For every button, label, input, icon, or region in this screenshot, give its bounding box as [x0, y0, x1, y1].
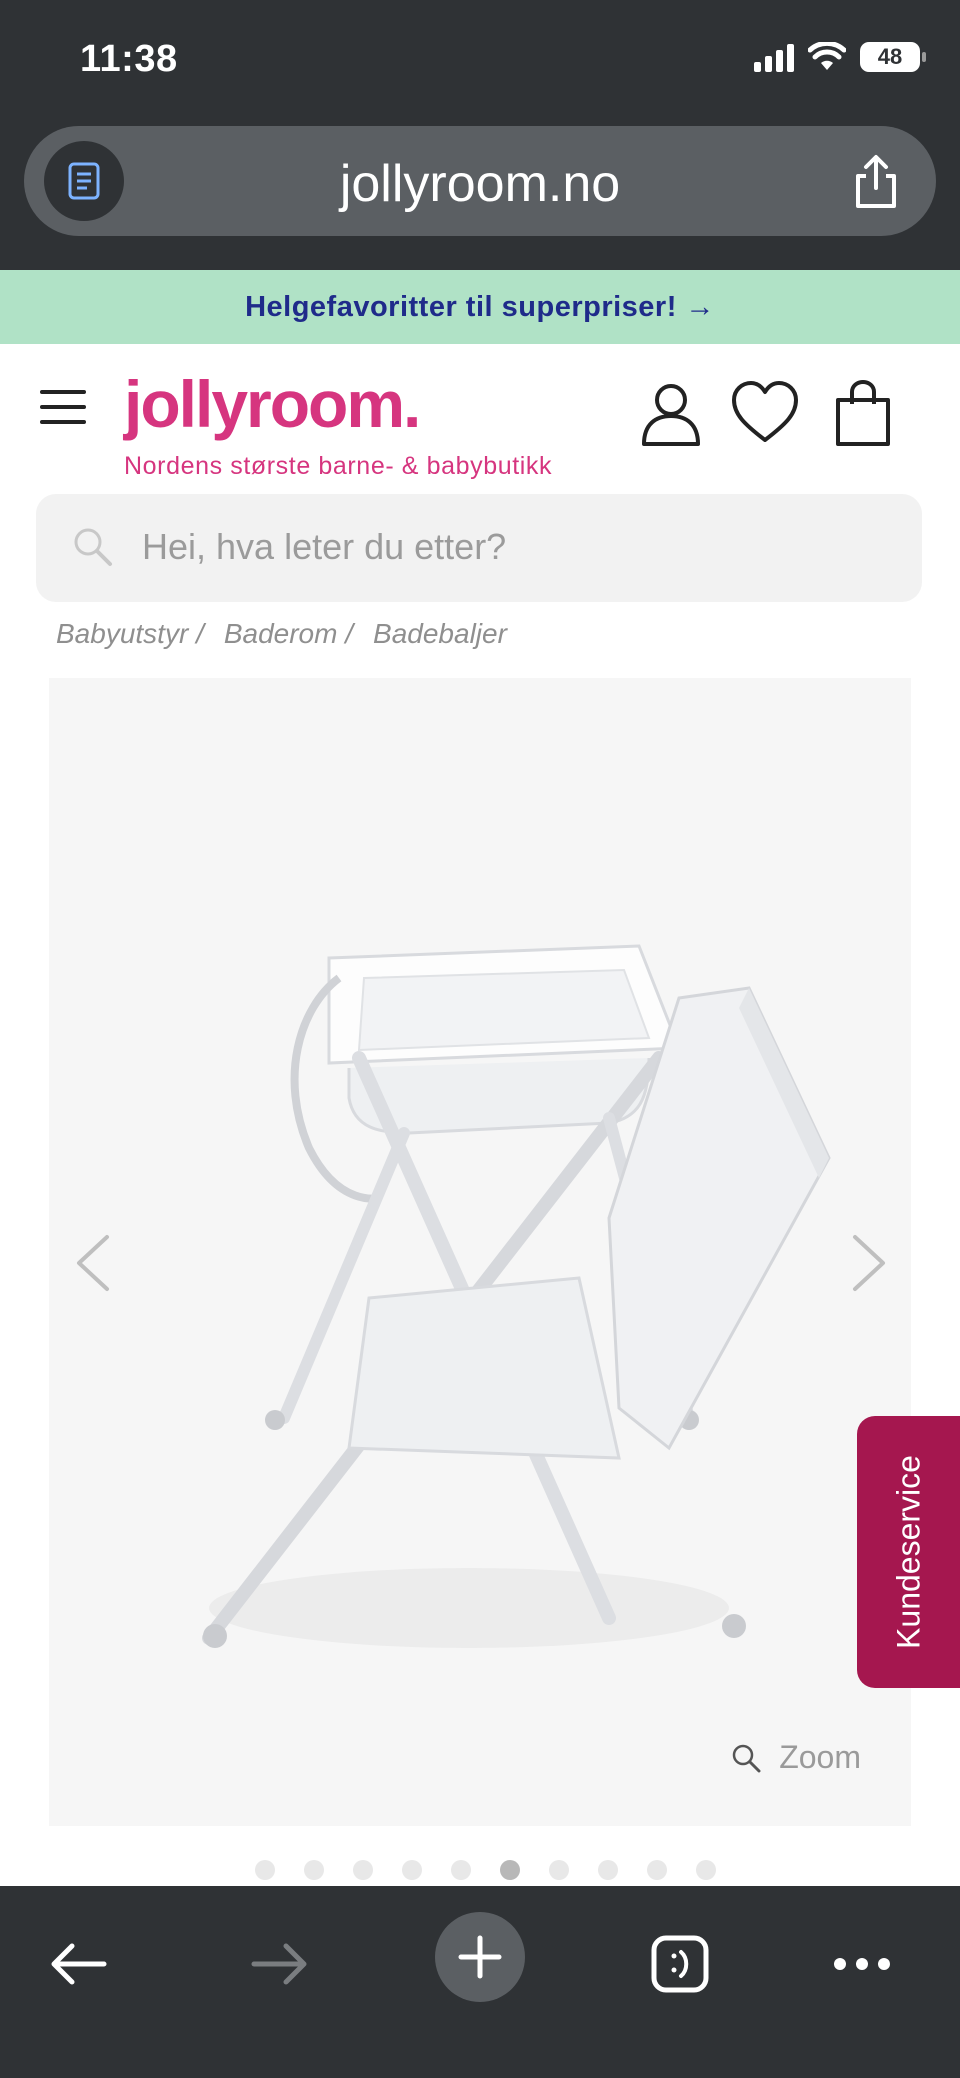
carousel-dot[interactable] [549, 1860, 569, 1880]
search-bar[interactable]: Hei, hva leter du etter? [36, 494, 922, 602]
status-indicators: 48 [754, 42, 926, 72]
tabs-icon [651, 1935, 709, 1993]
more-icon [834, 1958, 890, 1970]
heart-icon[interactable] [730, 378, 800, 448]
promo-banner[interactable]: Helgefavoritter til superpriser! → [0, 270, 960, 344]
carousel-dot[interactable] [598, 1860, 618, 1880]
breadcrumb-item[interactable]: Baderom / [224, 618, 363, 650]
battery-indicator: 48 [860, 42, 926, 72]
zoom-button[interactable]: Zoom [731, 1739, 861, 1776]
wifi-icon [808, 42, 846, 70]
hamburger-icon[interactable] [40, 390, 86, 424]
kundeservice-label: Kundeservice [890, 1455, 926, 1649]
new-tab-button[interactable] [435, 1912, 525, 2002]
address-bar[interactable]: jollyroom.no [24, 126, 936, 236]
shopping-bag-icon[interactable] [828, 378, 898, 448]
zoom-label: Zoom [779, 1739, 861, 1775]
tabs-button[interactable] [640, 1924, 720, 2004]
browser-top-chrome: 11:38 48 jollyroom.no [0, 0, 960, 270]
plus-icon [458, 1935, 502, 1979]
carousel-dot[interactable] [696, 1860, 716, 1880]
back-arrow-icon [51, 1943, 107, 1985]
more-button[interactable] [822, 1924, 902, 2004]
kundeservice-tab[interactable]: Kundeservice [857, 1416, 960, 1688]
carousel-dot[interactable] [402, 1860, 422, 1880]
site-logo[interactable]: jollyroom. [124, 366, 421, 442]
carousel-dot[interactable] [500, 1860, 520, 1880]
status-time: 11:38 [80, 38, 178, 80]
user-icon[interactable] [636, 378, 706, 448]
forward-button[interactable] [240, 1924, 320, 2004]
breadcrumb-item[interactable]: Badebaljer [373, 618, 507, 650]
breadcrumb: Babyutstyr / Baderom / Badebaljer [56, 618, 507, 650]
prev-image-arrow-icon[interactable] [73, 1233, 113, 1293]
carousel-dots [255, 1860, 716, 1880]
site-tagline: Nordens største barne- & babybutikk [124, 452, 553, 480]
carousel-dot[interactable] [353, 1860, 373, 1880]
forward-arrow-icon [251, 1943, 307, 1985]
carousel-dot[interactable] [647, 1860, 667, 1880]
product-image [202, 944, 831, 1648]
cellular-signal-icon [754, 42, 794, 72]
breadcrumb-item[interactable]: Babyutstyr / [56, 618, 214, 650]
zoom-icon [732, 1744, 761, 1772]
browser-bottom-toolbar [0, 1886, 960, 2078]
share-icon[interactable] [846, 152, 906, 212]
next-image-arrow-icon[interactable] [849, 1233, 889, 1293]
search-icon [74, 528, 112, 566]
carousel-dot[interactable] [255, 1860, 275, 1880]
carousel-dot[interactable] [451, 1860, 471, 1880]
back-button[interactable] [38, 1924, 118, 2004]
carousel-dot[interactable] [304, 1860, 324, 1880]
url-text[interactable]: jollyroom.no [24, 154, 936, 214]
product-image-gallery[interactable]: Zoom [49, 678, 911, 1826]
search-placeholder: Hei, hva leter du etter? [142, 526, 507, 567]
